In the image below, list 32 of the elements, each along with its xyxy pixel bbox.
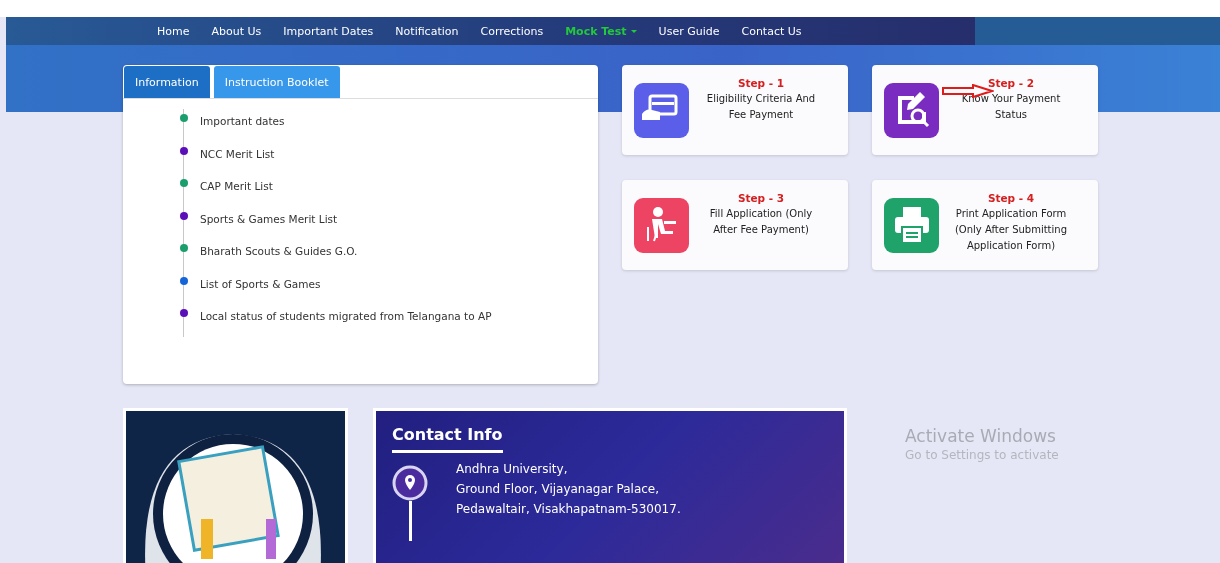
- step-card[interactable]: Step - 3 Fill Application (Only After Fee Payment): [622, 180, 848, 270]
- list-link[interactable]: CAP Merit List: [200, 174, 273, 192]
- step-number: Step - 2: [986, 77, 1036, 89]
- step-card[interactable]: Step - 2 Know Your Payment Status: [872, 65, 1098, 155]
- step-number: Step - 1: [736, 77, 786, 89]
- nav-link[interactable]: Important Dates: [272, 24, 385, 38]
- list-link[interactable]: Sports & Games Merit List: [200, 206, 338, 225]
- list-link[interactable]: Important dates: [200, 109, 285, 127]
- activation-notice-title: Activate Windows: [905, 426, 1057, 446]
- list-link[interactable]: Bharath Scouts & Guides G.O.: [200, 239, 358, 257]
- step-description: Know Your Payment Status: [960, 92, 1062, 122]
- step-card[interactable]: Step - 4 Print Application Form (Only After Submitting Application Form): [872, 180, 1098, 270]
- list-link[interactable]: List of Sports & Games: [200, 271, 321, 290]
- step-description: Fill Application (Only After Fee Payment): [708, 207, 814, 237]
- step-number: Step - 4: [986, 192, 1036, 204]
- tab[interactable]: Information: [124, 66, 210, 98]
- activation-notice-text: Go to Settings to activate: [905, 448, 1059, 462]
- step-number: Step - 3: [736, 192, 786, 204]
- nav-link[interactable]: Contact Us: [730, 24, 813, 38]
- step-description: Eligibility Criteria And Fee Payment: [705, 92, 817, 122]
- contact-title: Contact Info: [392, 425, 503, 453]
- address-text: Andhra University, Ground Floor, Vijayanagar Palace, Pedawaltair, Visakhapatnam-530017.: [456, 461, 681, 518]
- list-link[interactable]: Local status of students migrated from Telangana to AP: [200, 304, 492, 322]
- nav-link[interactable]: User Guide: [647, 24, 731, 38]
- nav-link[interactable]: About Us: [200, 24, 273, 38]
- step-card[interactable]: Step - 1 Eligibility Criteria And Fee Payment: [622, 65, 848, 155]
- list-link[interactable]: NCC Merit List: [200, 141, 275, 160]
- nav-link[interactable]: Notification: [384, 24, 470, 38]
- step-description: Print Application Form (Only After Submitting Application Form): [953, 207, 1068, 253]
- nav-link[interactable]: Mock Test: [554, 24, 648, 38]
- nav-link[interactable]: Corrections: [469, 24, 555, 38]
- nav-link[interactable]: Home: [146, 24, 201, 38]
